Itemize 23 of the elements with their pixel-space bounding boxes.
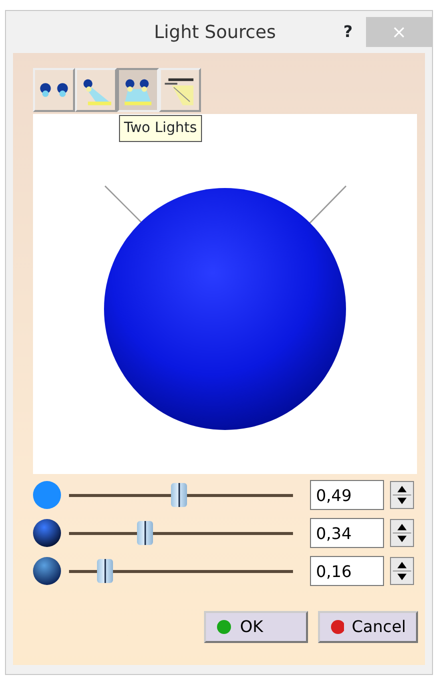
spin-buttons[interactable] <box>390 557 414 585</box>
value-field[interactable]: 0,34 <box>310 518 384 548</box>
value-field[interactable]: 0,49 <box>310 480 384 510</box>
ok-button[interactable]: OK <box>204 611 308 643</box>
tooltip: Two Lights <box>119 115 202 142</box>
value-field[interactable]: 0,16 <box>310 556 384 586</box>
status-dot-icon <box>216 619 232 635</box>
slider-thumb[interactable] <box>96 559 113 583</box>
light-mode-tool[interactable] <box>33 68 75 112</box>
light-mode-tool[interactable] <box>75 68 117 112</box>
spin-buttons[interactable] <box>390 481 414 509</box>
light-mode-tool[interactable] <box>117 68 159 112</box>
slider-thumb[interactable] <box>170 483 187 507</box>
help-button[interactable]: ? <box>338 20 358 44</box>
sphere-icon <box>33 481 61 509</box>
cancel-button[interactable]: Cancel <box>318 611 418 643</box>
sphere-icon <box>33 519 61 547</box>
lights-icon <box>38 80 70 100</box>
window-title: Light Sources <box>154 20 276 44</box>
sphere-icon <box>33 557 61 585</box>
light-mode-tool[interactable] <box>159 68 201 112</box>
spin-buttons[interactable] <box>390 519 414 547</box>
slider-thumb[interactable] <box>137 521 154 545</box>
